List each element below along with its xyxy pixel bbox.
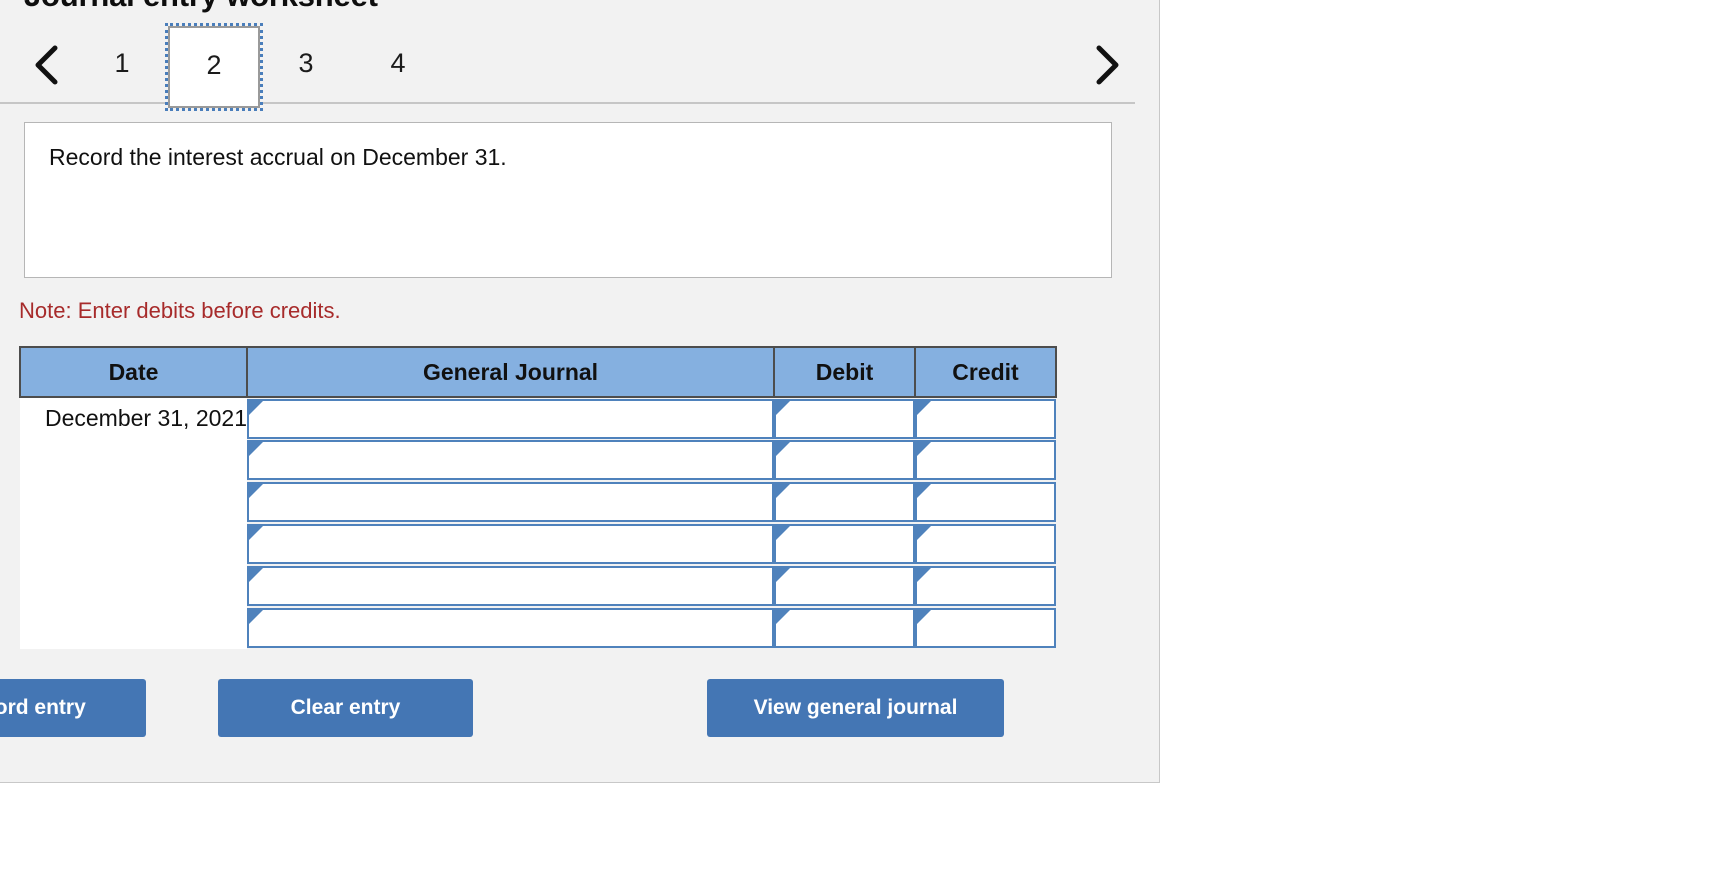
table-row: [20, 481, 1056, 523]
credit-input-2[interactable]: [915, 440, 1056, 480]
page-button-1[interactable]: 1: [76, 26, 168, 104]
general-journal-input-5[interactable]: [247, 566, 774, 606]
general-journal-input-4[interactable]: [247, 524, 774, 564]
column-header-general-journal: General Journal: [246, 346, 775, 398]
general-journal-input-1[interactable]: [247, 398, 774, 439]
cell-date-5: [20, 565, 247, 607]
cell-date-3: [20, 481, 247, 523]
table-row: [20, 439, 1056, 481]
screenshot-viewport: Journal entry worksheet 1 2 3 4: [0, 0, 1710, 890]
table-row: [20, 565, 1056, 607]
chevron-right-icon[interactable]: [1084, 26, 1130, 104]
pagination-pages: 1 2 3 4: [76, 23, 444, 111]
cell-credit-1[interactable]: [915, 397, 1056, 439]
column-header-credit: Credit: [914, 346, 1057, 398]
cell-debit-5[interactable]: [774, 565, 915, 607]
journal-entry-worksheet-panel: Journal entry worksheet 1 2 3 4: [0, 0, 1160, 783]
cell-date-2: [20, 439, 247, 481]
table-row: December 31, 2021: [20, 396, 1056, 439]
credit-input-5[interactable]: [915, 566, 1056, 606]
general-journal-input-2[interactable]: [247, 440, 774, 480]
cell-general-journal-5[interactable]: [247, 565, 774, 607]
debit-input-4[interactable]: [774, 524, 915, 564]
record-entry-button[interactable]: Record entry: [0, 679, 146, 737]
cell-general-journal-6[interactable]: [247, 607, 774, 649]
worksheet-actions: Record entry Clear entry View general jo…: [0, 679, 1135, 737]
credit-input-6[interactable]: [915, 608, 1056, 648]
debit-input-6[interactable]: [774, 608, 915, 648]
cell-date-6: [20, 607, 247, 649]
page-button-3[interactable]: 3: [260, 26, 352, 104]
debit-input-1[interactable]: [774, 398, 915, 439]
view-general-journal-button[interactable]: View general journal: [707, 679, 1004, 737]
cell-credit-3[interactable]: [915, 481, 1056, 523]
journal-header-row: Date General Journal Debit Credit: [19, 346, 1057, 398]
cell-debit-1[interactable]: [774, 397, 915, 439]
credit-input-1[interactable]: [915, 398, 1056, 439]
journal-entry-table: Date General Journal Debit Credit Decemb…: [19, 346, 1057, 649]
credit-input-4[interactable]: [915, 524, 1056, 564]
cell-credit-6[interactable]: [915, 607, 1056, 649]
debit-input-5[interactable]: [774, 566, 915, 606]
debit-input-3[interactable]: [774, 482, 915, 522]
page-button-4[interactable]: 4: [352, 26, 444, 104]
cell-credit-5[interactable]: [915, 565, 1056, 607]
cell-credit-4[interactable]: [915, 523, 1056, 565]
debits-before-credits-note: Note: Enter debits before credits.: [19, 298, 341, 323]
table-row: [20, 523, 1056, 565]
clear-entry-button[interactable]: Clear entry: [218, 679, 473, 737]
journal-table-head: Date General Journal Debit Credit: [19, 346, 1057, 398]
cell-date-4: [20, 523, 247, 565]
cell-debit-2[interactable]: [774, 439, 915, 481]
cell-debit-6[interactable]: [774, 607, 915, 649]
cell-date-1: December 31, 2021: [20, 396, 247, 439]
worksheet-pagination: 1 2 3 4: [0, 23, 1135, 111]
transaction-description-text: Record the interest accrual on December …: [49, 144, 507, 170]
journal-table-body: December 31, 2021: [20, 396, 1056, 649]
general-journal-input-6[interactable]: [247, 608, 774, 648]
cell-debit-4[interactable]: [774, 523, 915, 565]
credit-input-3[interactable]: [915, 482, 1056, 522]
general-journal-input-3[interactable]: [247, 482, 774, 522]
cell-general-journal-4[interactable]: [247, 523, 774, 565]
page-button-2[interactable]: 2: [165, 23, 263, 111]
cell-credit-2[interactable]: [915, 439, 1056, 481]
cell-general-journal-3[interactable]: [247, 481, 774, 523]
chevron-left-icon[interactable]: [24, 26, 70, 104]
transaction-description-box: Record the interest accrual on December …: [24, 122, 1112, 278]
cell-debit-3[interactable]: [774, 481, 915, 523]
cell-general-journal-1[interactable]: [247, 397, 774, 439]
journal-table-wrapper: Date General Journal Debit Credit Decemb…: [19, 346, 1135, 649]
page-title: Journal entry worksheet: [0, 0, 1135, 14]
column-header-debit: Debit: [773, 346, 916, 398]
column-header-date: Date: [19, 346, 248, 398]
table-row: [20, 607, 1056, 649]
cell-general-journal-2[interactable]: [247, 439, 774, 481]
debit-input-2[interactable]: [774, 440, 915, 480]
